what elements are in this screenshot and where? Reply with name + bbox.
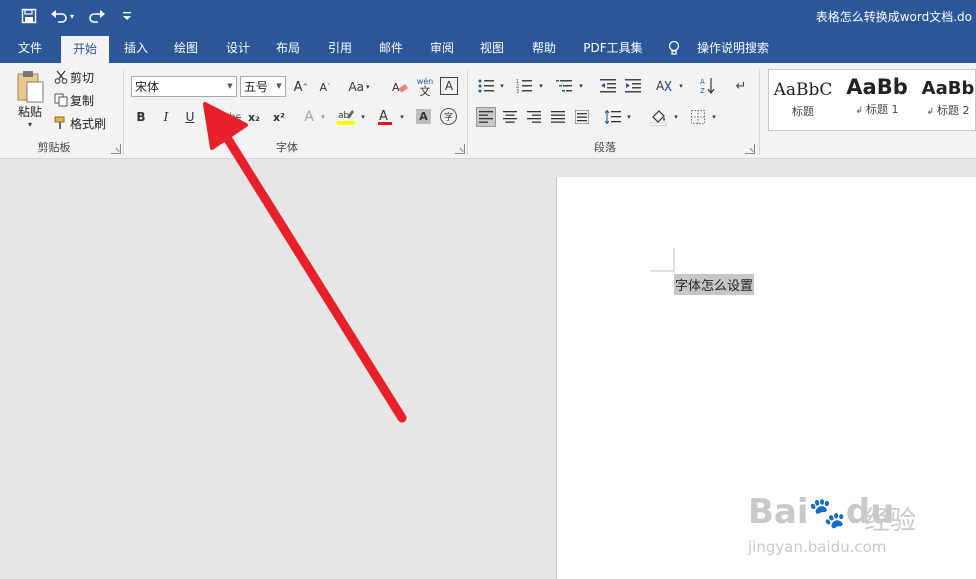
watermark-cn: 经验 xyxy=(864,506,917,536)
watermark-url: jingyan.baidu.com xyxy=(748,538,887,556)
